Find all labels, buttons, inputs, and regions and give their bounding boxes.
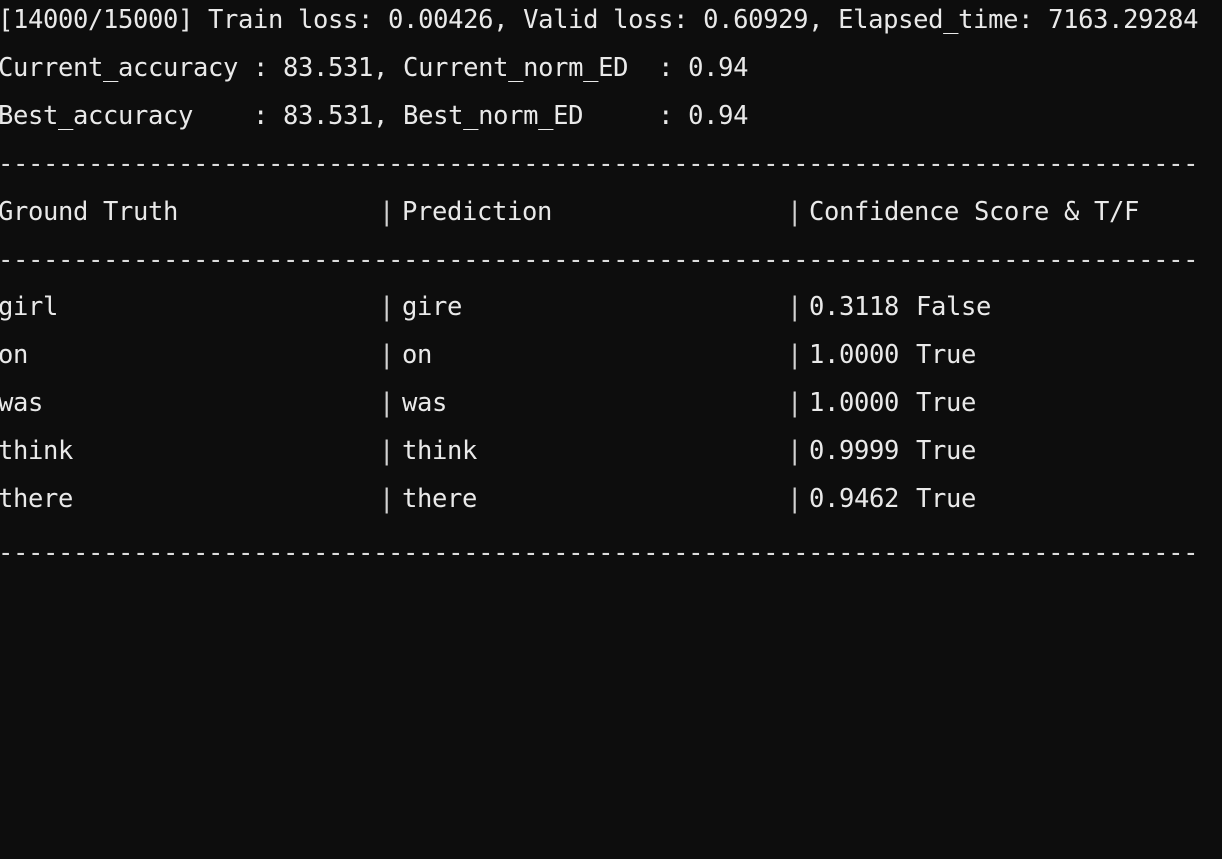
cell-prediction: there [402, 484, 478, 514]
table-row: think | think | 0.9999 True [0, 427, 1220, 475]
column-header-ground-truth: Ground Truth [0, 197, 179, 227]
cell-prediction: was [402, 388, 448, 418]
table-row: on | on | 1.0000 True [0, 331, 1220, 379]
column-divider-icon: | [787, 197, 803, 227]
column-divider-icon: | [379, 436, 395, 466]
column-divider-icon: | [379, 388, 395, 418]
training-progress-line: [14000/15000] Train loss: 0.00426, Valid… [0, 5, 1199, 35]
table-row: girl | gire | 0.3118 False [0, 283, 1220, 331]
cell-prediction: think [402, 436, 478, 466]
column-divider-icon: | [787, 484, 803, 514]
cell-match-flag: True [916, 484, 977, 514]
cell-confidence-score: 0.3118 [809, 292, 900, 322]
terminal-output: [14000/15000] Train loss: 0.00426, Valid… [0, 0, 1222, 589]
cell-confidence-score: 0.9462 [809, 484, 900, 514]
best-metrics-line: Best_accuracy : 83.531, Best_norm_ED : 0… [0, 101, 749, 131]
column-divider-icon: | [379, 484, 395, 514]
column-header-confidence: Confidence Score & T/F [809, 197, 1140, 227]
table-row: there | there | 0.9462 True [0, 475, 1220, 523]
separator-rule-bottom: ----------------------------------------… [0, 543, 1199, 563]
column-divider-icon: | [379, 292, 395, 322]
cell-prediction: on [402, 340, 433, 370]
cell-match-flag: True [916, 340, 977, 370]
cell-match-flag: True [916, 436, 977, 466]
cell-ground-truth: girl [0, 292, 59, 322]
cell-prediction: gire [402, 292, 463, 322]
column-divider-icon: | [787, 436, 803, 466]
cell-ground-truth: think [0, 436, 74, 466]
column-header-prediction: Prediction [402, 197, 553, 227]
table-row: was | was | 1.0000 True [0, 379, 1220, 427]
cell-ground-truth: there [0, 484, 74, 514]
cell-match-flag: True [916, 388, 977, 418]
separator-rule-top: ----------------------------------------… [0, 154, 1199, 174]
column-divider-icon: | [787, 340, 803, 370]
column-divider-icon: | [787, 292, 803, 322]
cell-confidence-score: 1.0000 [809, 340, 900, 370]
cell-ground-truth: on [0, 340, 29, 370]
column-divider-icon: | [379, 197, 395, 227]
column-divider-icon: | [787, 388, 803, 418]
cell-confidence-score: 1.0000 [809, 388, 900, 418]
cell-confidence-score: 0.9999 [809, 436, 900, 466]
table-header-row: Ground Truth | Prediction | Confidence S… [0, 188, 1220, 236]
column-divider-icon: | [379, 340, 395, 370]
separator-rule-header: ----------------------------------------… [0, 250, 1199, 270]
current-metrics-line: Current_accuracy : 83.531, Current_norm_… [0, 53, 749, 83]
cell-match-flag: False [916, 292, 992, 322]
cell-ground-truth: was [0, 388, 44, 418]
